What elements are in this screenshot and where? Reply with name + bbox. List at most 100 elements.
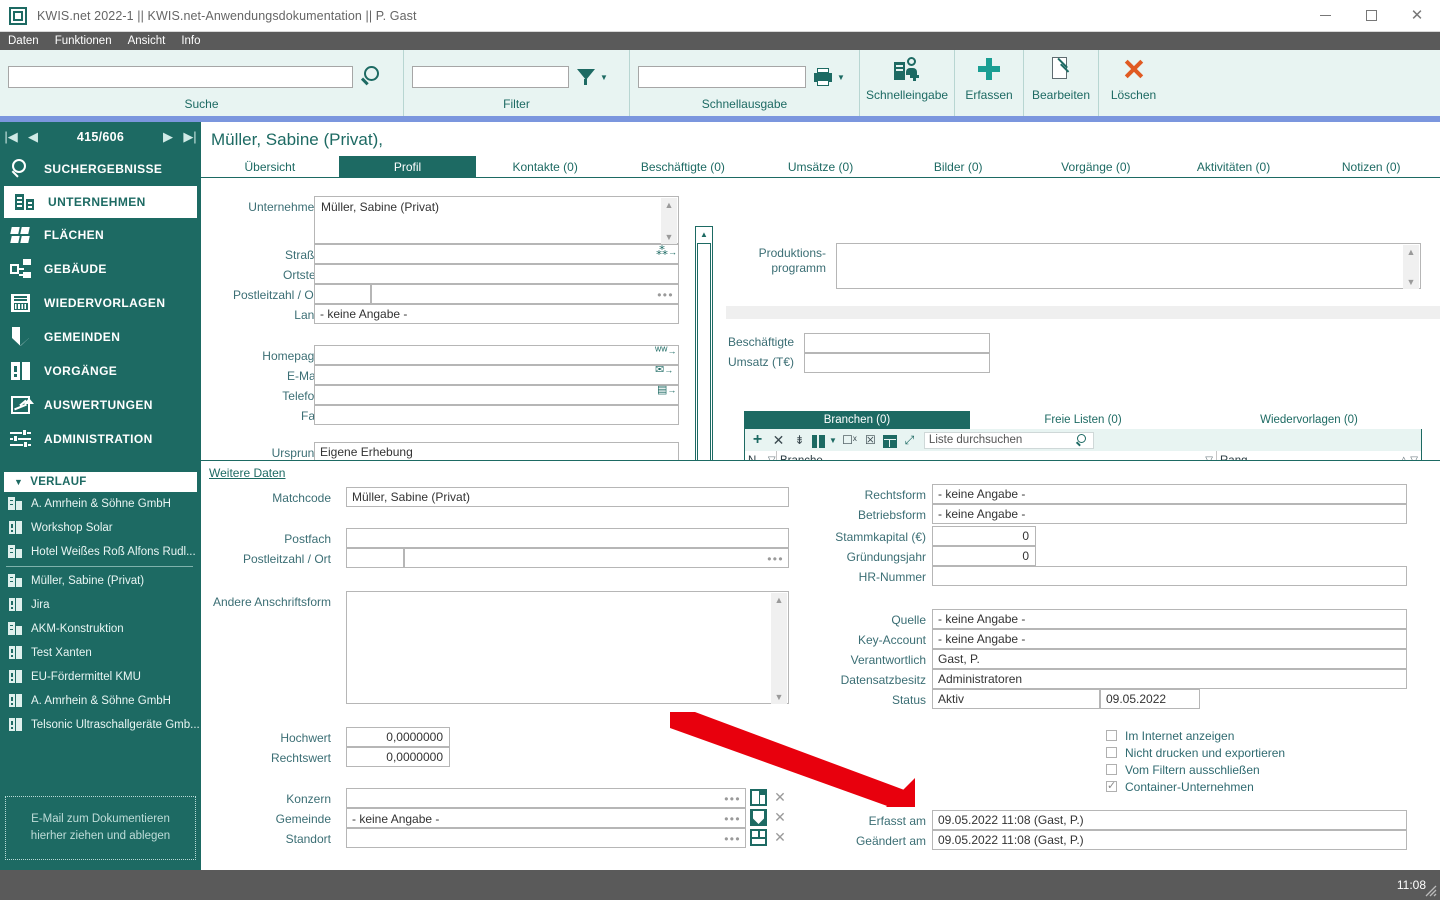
tab-profil[interactable]: Profil [338, 156, 477, 177]
branchen-search-input[interactable]: Liste durchsuchen [923, 431, 1094, 449]
produktions-scrollbar[interactable]: ▲ ▼ [1403, 245, 1419, 289]
pager-last-button[interactable]: ▶| [179, 129, 201, 145]
tab-beschaeftigte[interactable]: Beschäftigte (0) [614, 156, 752, 177]
field-ortsteil[interactable] [314, 264, 679, 284]
printer-icon[interactable] [814, 68, 832, 86]
field-verantwortlich[interactable]: Gast, P. [932, 649, 1407, 669]
history-item[interactable]: Telsonic Ultraschallgeräte Gmb... [0, 713, 201, 737]
map-pin-icon[interactable]: ⁂→ [656, 245, 677, 257]
field-email[interactable] [314, 365, 679, 385]
history-item[interactable]: A. Amrhein & Söhne GmbH [0, 492, 201, 516]
menu-item-funktionen[interactable]: Funktionen [55, 35, 112, 47]
funnel-icon[interactable] [577, 68, 595, 86]
search-icon[interactable] [1076, 433, 1089, 447]
sidebar-item-unternehmen[interactable]: UNTERNEHMEN [4, 186, 197, 218]
field-gemeinde[interactable]: - keine Angabe - ••• [346, 808, 746, 828]
field-rechtswert[interactable]: 0,0000000 [346, 747, 450, 767]
tab-aktivitaeten[interactable]: Aktivitäten (0) [1165, 156, 1303, 177]
field-konzern[interactable]: ••• [346, 788, 746, 808]
checkbox-container-unternehmen[interactable] [1106, 779, 1117, 792]
field-strasse[interactable] [314, 244, 679, 264]
checkbox-row-im-internet-anzeigen[interactable]: Im Internet anzeigen [1106, 727, 1285, 744]
field-andere-anschriftsform[interactable]: ▲ ▼ [346, 591, 789, 704]
history-item[interactable]: AKM-Konstruktion [0, 617, 201, 641]
unternehmen-scrollbar[interactable]: ▲ ▼ [661, 198, 677, 244]
field-homepage[interactable] [314, 345, 679, 365]
subtab-wiedervorlagen[interactable]: Wiedervorlagen (0) [1196, 411, 1422, 429]
history-item[interactable]: Müller, Sabine (Privat) [0, 569, 201, 593]
tab-umsaetze[interactable]: Umsätze (0) [752, 156, 890, 177]
menu-item-info[interactable]: Info [181, 35, 200, 47]
field-hochwert[interactable]: 0,0000000 [346, 727, 450, 747]
weitere-daten-link[interactable]: Weitere Daten [209, 466, 285, 480]
field-land[interactable]: - keine Angabe - [314, 304, 679, 324]
subtab-freie-listen[interactable]: Freie Listen (0) [970, 411, 1196, 429]
chevron-down-icon[interactable]: ▼ [600, 73, 608, 82]
tab-uebersicht[interactable]: Übersicht [201, 156, 339, 177]
field-betriebsform[interactable]: - keine Angabe - [932, 504, 1407, 524]
sidebar-item-gemeinden[interactable]: GEMEINDEN [0, 320, 201, 354]
search-icon[interactable] [359, 65, 385, 89]
delete-icon[interactable]: ✕ [770, 432, 787, 448]
field-rechtsform[interactable]: - keine Angabe - [932, 484, 1407, 504]
field-status[interactable]: Aktiv [932, 689, 1100, 709]
add-icon[interactable]: + [749, 432, 766, 448]
ort-picker-icon[interactable]: ••• [657, 288, 674, 302]
bearbeiten-button[interactable]: Bearbeiten [1024, 50, 1098, 116]
checkbox-row-nicht-drucken[interactable]: Nicht drucken und exportieren [1106, 744, 1285, 761]
quickoutput-input[interactable] [638, 66, 806, 88]
schnelleingabe-button[interactable]: Schnelleingabe [860, 50, 954, 116]
tab-bilder[interactable]: Bilder (0) [889, 156, 1027, 177]
tab-vorgaenge[interactable]: Vorgänge (0) [1027, 156, 1165, 177]
history-header[interactable]: ▼ VERLAUF [4, 472, 197, 492]
erfassen-button[interactable]: Erfassen [955, 50, 1023, 116]
field-unternehmen[interactable]: Müller, Sabine (Privat) ▲ ▼ [314, 196, 679, 244]
field-telefon[interactable] [314, 385, 679, 405]
pager-first-button[interactable]: |◀ [0, 129, 22, 145]
pager-prev-button[interactable]: ◀ [22, 129, 44, 145]
web-icon[interactable]: ᵂᵂ→ [655, 347, 676, 357]
loeschen-button[interactable]: Löschen [1099, 50, 1168, 116]
sidebar-item-administration[interactable]: ADMINISTRATION [0, 422, 201, 456]
company-picker-icon[interactable] [750, 789, 767, 806]
field-umsatz[interactable] [804, 353, 990, 373]
field-matchcode[interactable]: Müller, Sabine (Privat) [346, 487, 789, 507]
columns-icon[interactable] [812, 434, 825, 448]
field-plz[interactable] [314, 284, 371, 304]
gemeinde-clear-button[interactable]: ✕ [773, 809, 787, 826]
field-postfach[interactable] [346, 528, 789, 548]
field-ort-2[interactable]: ••• [404, 548, 789, 568]
checkbox-nicht-drucken-und-exportieren[interactable] [1106, 747, 1117, 758]
sidebar-item-wiedervorlagen[interactable]: WIEDERVORLAGEN [0, 286, 201, 320]
konzern-picker-ellipsis[interactable]: ••• [724, 792, 741, 806]
field-ort[interactable]: ••• [371, 284, 679, 304]
field-produktionsprogramm[interactable]: ▲ ▼ [836, 243, 1421, 289]
history-item[interactable]: A. Amrhein & Söhne GmbH [0, 689, 201, 713]
menu-item-ansicht[interactable]: Ansicht [128, 35, 166, 47]
tab-notizen[interactable]: Notizen (0) [1302, 156, 1440, 177]
resize-grip[interactable] [1425, 885, 1437, 897]
chevron-down-icon[interactable]: ▼ [837, 73, 845, 82]
field-fax[interactable] [314, 405, 679, 425]
chevron-down-icon[interactable]: ▼ [829, 436, 837, 445]
shield-picker-icon[interactable] [750, 809, 767, 826]
sidebar-item-auswertungen[interactable]: AUSWERTUNGEN [0, 388, 201, 422]
email-dropzone[interactable]: E-Mail zum Dokumentieren hierher ziehen … [5, 796, 196, 860]
field-stammkapital[interactable]: 0 [932, 526, 1036, 546]
pager-next-button[interactable]: ▶ [157, 129, 179, 145]
sort-icon[interactable]: ⇟ [791, 432, 808, 448]
field-hr-nummer[interactable] [932, 566, 1407, 586]
sidebar-item-gebaeude[interactable]: GEBÄUDE [0, 252, 201, 286]
sidebar-item-suchergebnisse[interactable]: SUCHERGEBNISSE [0, 152, 201, 186]
location-picker-icon[interactable] [750, 829, 767, 846]
maximize-button[interactable] [1348, 0, 1394, 32]
expand-icon[interactable]: ⤢ [901, 432, 918, 448]
checkbox-row-vom-filtern-ausschliessen[interactable]: Vom Filtern ausschließen [1106, 761, 1285, 778]
field-beschaeftigte[interactable] [804, 333, 990, 353]
history-item[interactable]: EU-Fördermittel KMU [0, 665, 201, 689]
gemeinde-picker-ellipsis[interactable]: ••• [724, 812, 741, 826]
standort-picker-ellipsis[interactable]: ••• [724, 832, 741, 846]
mail-icon[interactable]: ✉→ [655, 365, 673, 376]
field-datensatzbesitz[interactable]: Administratoren [932, 669, 1407, 689]
ort-picker-icon[interactable]: ••• [767, 552, 784, 566]
